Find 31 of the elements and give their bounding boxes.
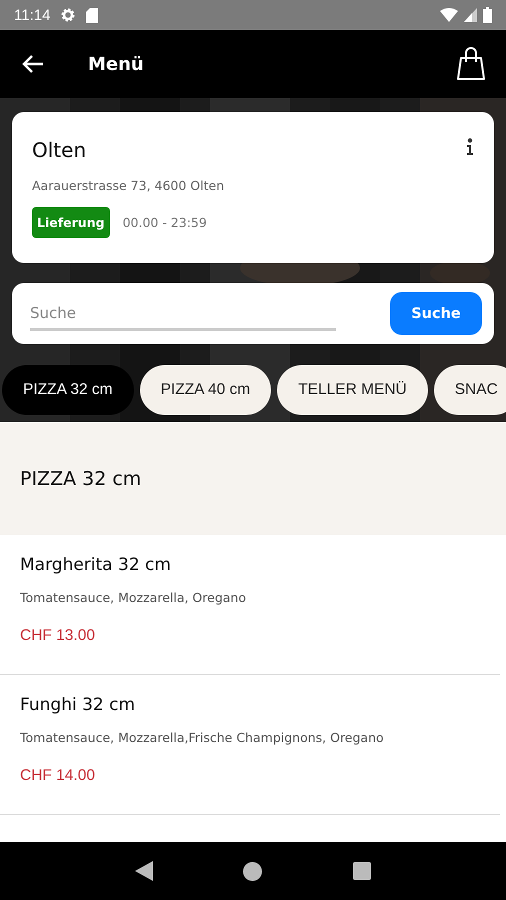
back-icon[interactable] (135, 861, 154, 881)
recents-icon[interactable] (352, 862, 371, 880)
sd-card-icon (86, 8, 98, 22)
battery-icon (483, 7, 492, 23)
info-icon[interactable] (466, 138, 474, 156)
opening-hours: 00.00 - 23:59 (122, 215, 207, 230)
back-arrow-icon[interactable] (22, 54, 44, 74)
screen-title: Menü (88, 54, 145, 74)
section-title: PIZZA 32 cm (20, 468, 142, 490)
category-tab[interactable]: SNAC (434, 365, 506, 415)
status-time: 11:14 (14, 6, 50, 24)
category-tab[interactable]: TELLER MENÜ (277, 365, 428, 415)
gear-icon (60, 7, 76, 23)
search-bar[interactable]: Suche Suche (12, 283, 494, 344)
item-name[interactable]: Funghi 32 cm (20, 695, 480, 715)
delivery-badge: Lieferung (32, 207, 110, 238)
store-name: Olten (32, 138, 86, 162)
item-price: CHF 14.00 (20, 767, 96, 785)
item-description: Tomatensauce, Mozzarella, Oregano (20, 590, 247, 605)
category-tab[interactable]: PIZZA 40 cm (140, 365, 272, 415)
item-price: CHF 13.00 (20, 627, 96, 645)
item-description: Tomatensauce, Mozzarella,Frische Champignons, Oregano (20, 730, 385, 745)
category-tab[interactable]: PIZZA 32 cm (2, 365, 134, 415)
shopping-bag-icon[interactable] (456, 47, 486, 81)
search-button[interactable]: Suche (390, 292, 482, 335)
signal-icon (464, 8, 477, 22)
home-icon[interactable] (243, 862, 262, 880)
store-address: Aarauerstrasse 73, 4600 Olten (32, 178, 226, 193)
wifi-icon (440, 8, 458, 22)
item-name[interactable]: Margherita 32 cm (20, 555, 480, 575)
search-field[interactable]: Suche (30, 296, 336, 331)
